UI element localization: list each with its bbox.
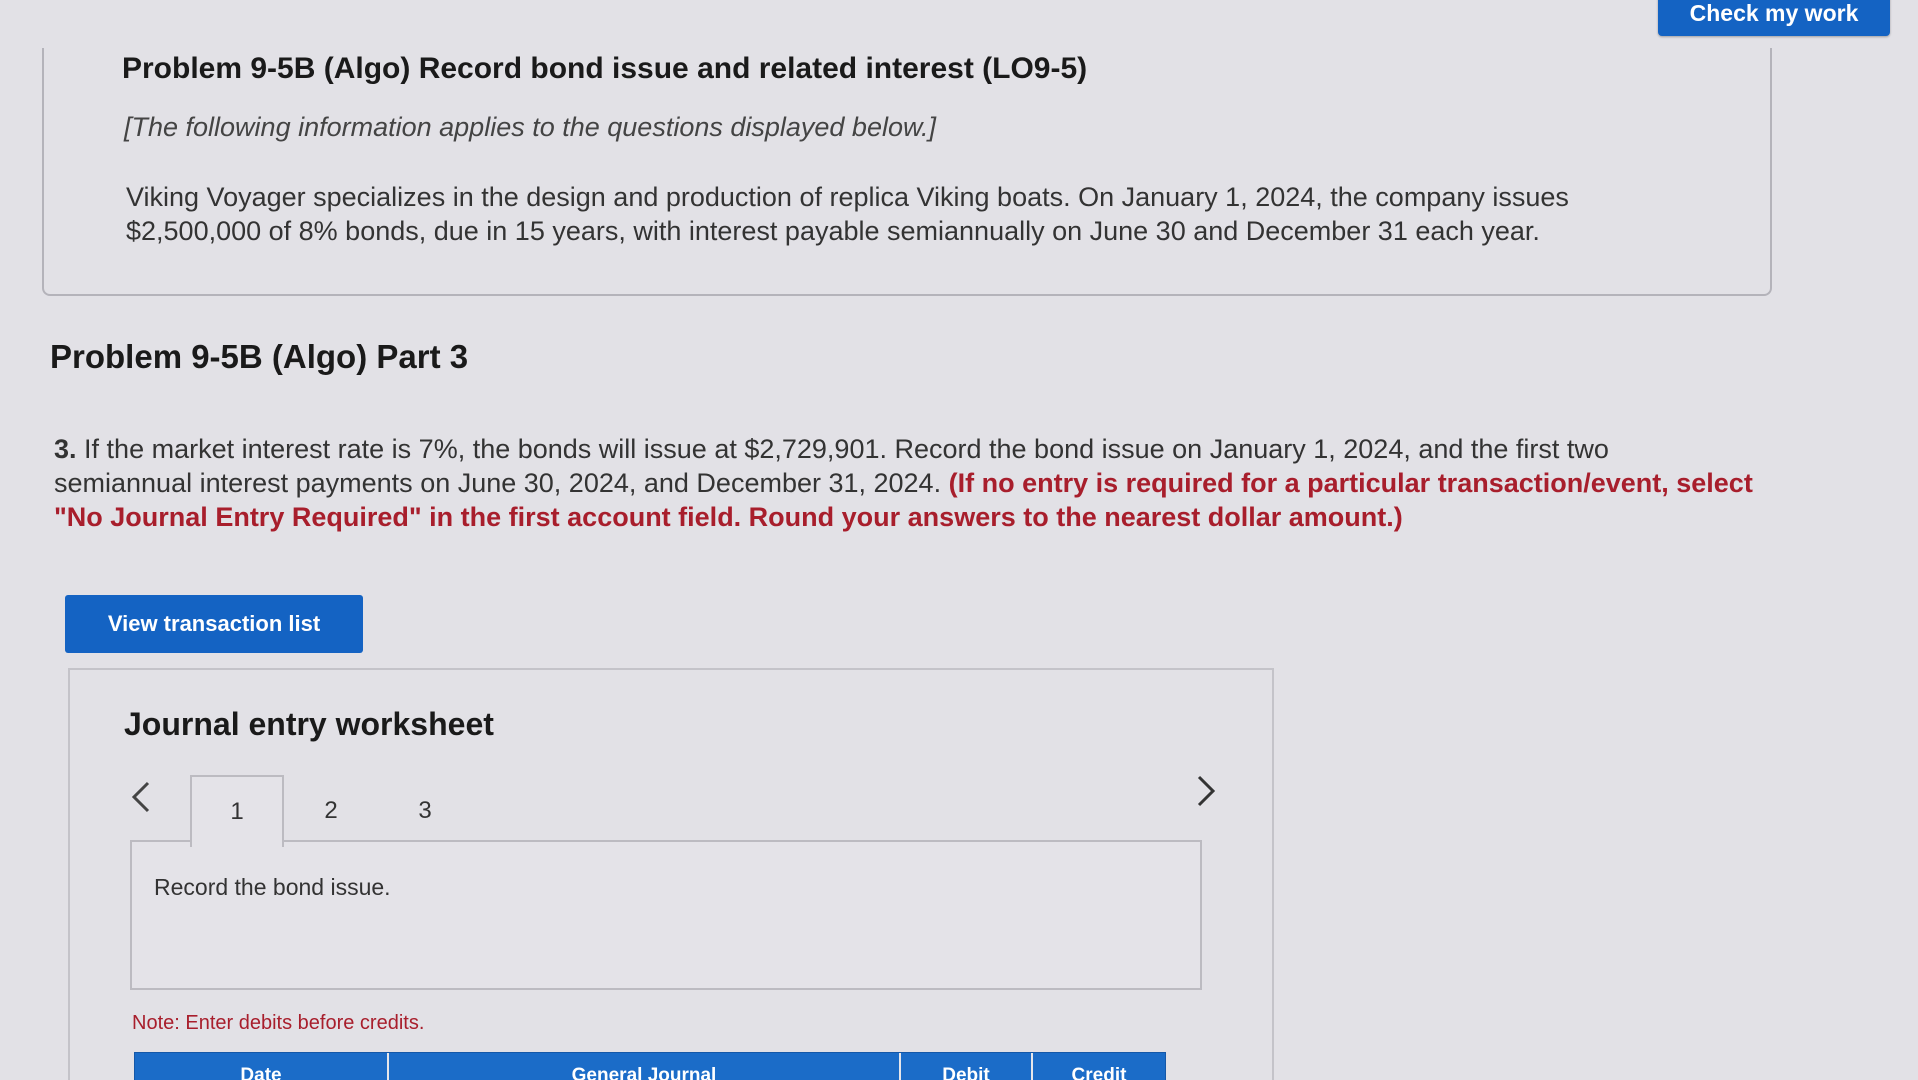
- check-my-work-button[interactable]: Check my work: [1658, 0, 1890, 36]
- column-header-date: Date: [135, 1053, 389, 1080]
- entry-description: Record the bond issue.: [154, 874, 391, 900]
- column-header-credit: Credit: [1071, 1065, 1127, 1080]
- view-transaction-list-button[interactable]: View transaction list: [65, 595, 363, 653]
- tab-3[interactable]: 3: [378, 775, 472, 847]
- column-header-general-journal: General Journal: [389, 1053, 901, 1080]
- question-number: 3.: [54, 434, 77, 464]
- chevron-right-icon[interactable]: [1195, 774, 1217, 814]
- part-title: Problem 9-5B (Algo) Part 3: [50, 338, 469, 375]
- tab-1[interactable]: 1: [190, 775, 284, 847]
- problem-description: Viking Voyager specializes in the design…: [126, 182, 1569, 246]
- debits-credits-note: Note: Enter debits before credits.: [132, 1012, 425, 1034]
- info-note: [The following information applies to th…: [124, 112, 936, 142]
- problem-title: Problem 9-5B (Algo) Record bond issue an…: [122, 52, 1088, 85]
- page: Check my work Problem 9-5B (Algo) Record…: [0, 0, 1918, 1080]
- journal-table-header: Date General Journal Debit Credit: [134, 1052, 1166, 1080]
- chevron-left-icon[interactable]: [130, 780, 152, 820]
- tab-2[interactable]: 2: [284, 775, 378, 847]
- entry-description-box: [130, 840, 1202, 990]
- question-text: 3. If the market interest rate is 7%, th…: [54, 432, 1754, 534]
- column-header-debit: Debit: [901, 1053, 1033, 1080]
- worksheet-title: Journal entry worksheet: [124, 706, 494, 742]
